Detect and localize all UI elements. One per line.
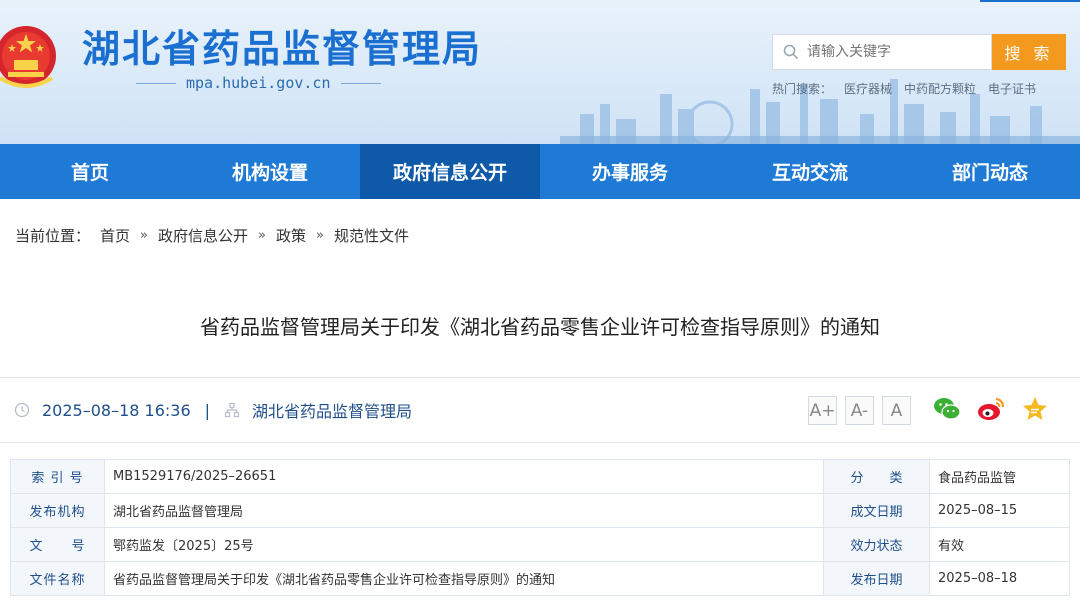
clock-icon — [14, 402, 30, 418]
info-key: 成文日期 — [823, 493, 930, 528]
table-row: 发布机构 湖北省药品监督管理局 成文日期 2025–08–15 — [10, 493, 1070, 528]
site-title[interactable]: 湖北省药品监督管理局 — [82, 18, 482, 73]
breadcrumb-item[interactable]: 政策 — [276, 225, 306, 246]
breadcrumb-label: 当前位置： — [15, 226, 91, 245]
publish-datetime: 2025–08–18 16:36 — [42, 400, 191, 420]
info-key: 文 号 — [10, 527, 105, 562]
nav-item-interaction[interactable]: 互动交流 — [720, 144, 900, 199]
info-value: 食品药品监管 — [929, 459, 1070, 494]
info-value: 有效 — [929, 527, 1070, 562]
favorite-star-icon[interactable] — [1020, 394, 1050, 424]
info-value: MB1529176/2025–26651 — [104, 459, 824, 494]
nav-item-news[interactable]: 部门动态 — [900, 144, 1080, 199]
nav-item-services[interactable]: 办事服务 — [540, 144, 720, 199]
main-nav: 首页 机构设置 政府信息公开 办事服务 互动交流 部门动态 — [0, 144, 1080, 199]
breadcrumb-item[interactable]: 政府信息公开 — [158, 225, 248, 246]
site-header: 湖北省药品监督管理局 mpa.hubei.gov.cn 请输入关键字 搜 索 热… — [0, 0, 1080, 144]
breadcrumb-separator: » — [258, 227, 266, 243]
share-buttons — [932, 394, 1050, 424]
info-value: 湖北省药品监督管理局 — [104, 493, 824, 528]
table-row: 文件名称 省药品监督管理局关于印发《湖北省药品零售企业许可检查指导原则》的通知 … — [10, 561, 1070, 596]
hot-searches: 热门搜索： 医疗器械 中药配方颗粒 电子证书 — [772, 80, 1036, 97]
nav-item-home[interactable]: 首页 — [0, 144, 180, 199]
search-button[interactable]: 搜 索 — [992, 34, 1066, 70]
nav-item-organization[interactable]: 机构设置 — [180, 144, 360, 199]
article-meta: 2025–08–18 16:36 | 湖北省药品监督管理局 A+ A- A — [0, 377, 1080, 443]
search-box[interactable] — [772, 34, 992, 70]
info-key: 分 类 — [823, 459, 930, 494]
meta-divider: | — [204, 400, 211, 420]
info-key: 效力状态 — [823, 527, 930, 562]
font-reset-button[interactable]: A — [882, 396, 911, 425]
site-domain: mpa.hubei.gov.cn — [136, 74, 381, 92]
breadcrumb-separator: » — [316, 227, 324, 243]
info-value: 2025–08–15 — [929, 493, 1070, 528]
domain-divider-left — [136, 82, 176, 84]
hot-search-item[interactable]: 中药配方颗粒 — [904, 80, 976, 97]
domain-divider-right — [340, 82, 381, 84]
info-value: 省药品监督管理局关于印发《湖北省药品零售企业许可检查指导原则》的通知 — [104, 561, 824, 596]
table-row: 索 引 号 MB1529176/2025–26651 分 类 食品药品监管 — [10, 459, 1070, 494]
search-icon — [783, 44, 799, 60]
breadcrumb: 当前位置： 首页 » 政府信息公开 » 政策 » 规范性文件 — [0, 199, 1080, 271]
info-key: 发布日期 — [823, 561, 930, 596]
info-value: 鄂药监发〔2025〕25号 — [104, 527, 824, 562]
article-title: 省药品监督管理局关于印发《湖北省药品零售企业许可检查指导原则》的通知 — [200, 315, 880, 339]
organization-icon — [224, 402, 240, 418]
breadcrumb-item[interactable]: 首页 — [100, 225, 130, 246]
publisher-name: 湖北省药品监督管理局 — [252, 402, 413, 421]
table-row: 文 号 鄂药监发〔2025〕25号 效力状态 有效 — [10, 527, 1070, 562]
info-key: 文件名称 — [10, 561, 105, 596]
national-emblem-icon — [0, 26, 56, 88]
city-skyline-image — [560, 79, 1080, 144]
hot-search-item[interactable]: 电子证书 — [988, 80, 1036, 97]
breadcrumb-separator: » — [140, 227, 148, 243]
domain-text: mpa.hubei.gov.cn — [186, 74, 331, 92]
weibo-icon[interactable] — [976, 394, 1006, 424]
document-info-table: 索 引 号 MB1529176/2025–26651 分 类 食品药品监管 发布… — [10, 459, 1070, 596]
font-decrease-button[interactable]: A- — [845, 396, 874, 425]
info-value: 2025–08–18 — [929, 561, 1070, 596]
info-key: 索 引 号 — [10, 459, 105, 494]
info-key: 发布机构 — [10, 493, 105, 528]
hot-search-label: 热门搜索： — [772, 82, 833, 96]
font-increase-button[interactable]: A+ — [808, 396, 837, 425]
search-input[interactable] — [807, 44, 977, 60]
header-accent-line — [980, 0, 1080, 2]
nav-item-gov-info[interactable]: 政府信息公开 — [360, 144, 540, 199]
breadcrumb-item[interactable]: 规范性文件 — [334, 225, 409, 246]
wechat-icon[interactable] — [932, 394, 962, 424]
font-size-controls: A+ A- A — [808, 396, 911, 425]
hot-search-item[interactable]: 医疗器械 — [844, 80, 892, 97]
